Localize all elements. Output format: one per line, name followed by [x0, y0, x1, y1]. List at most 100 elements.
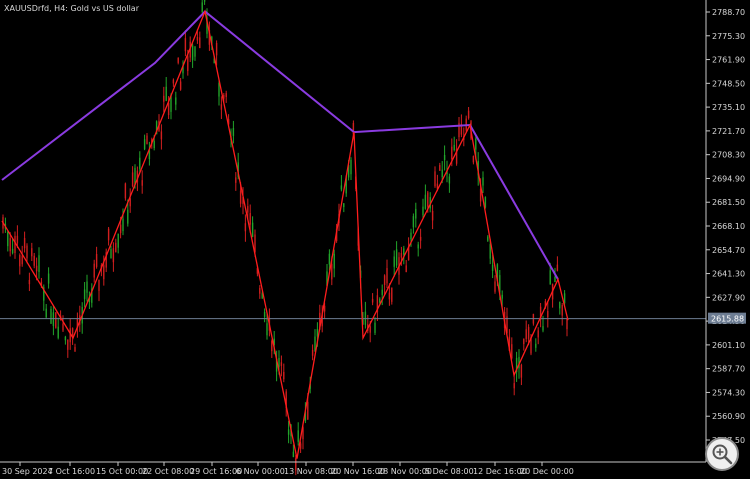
candle-body	[179, 81, 182, 90]
time-scale[interactable]: 30 Sep 20247 Oct 16:00 15 Oct 00:0022 Oct…	[2, 462, 574, 476]
candle-body	[146, 135, 148, 144]
candle-body	[556, 264, 559, 271]
candle-body	[412, 216, 415, 228]
candle-body	[443, 155, 446, 161]
candle-body	[475, 138, 477, 150]
candle-body	[419, 236, 422, 241]
candle-body	[47, 273, 50, 284]
candle-body	[453, 144, 455, 151]
candle-body	[487, 236, 489, 241]
candle-body	[311, 349, 314, 356]
candle-body	[26, 245, 28, 259]
candle-body	[386, 268, 388, 284]
candle-body	[55, 312, 57, 328]
candle-body	[141, 180, 143, 186]
candle-body	[86, 281, 88, 293]
candle-body	[235, 177, 237, 183]
candle-body	[115, 242, 117, 253]
candle-body	[350, 159, 352, 175]
chart-window[interactable]: 2788.70 2775.30 2761.90 2748.50 2735.10 2721.…	[0, 0, 750, 479]
candle-body	[439, 165, 441, 171]
candle-body	[559, 301, 561, 309]
price-tick-label: 2627.90	[712, 293, 745, 302]
candle-body	[371, 298, 374, 303]
candle-body	[427, 192, 429, 207]
candle-body	[434, 171, 436, 187]
price-tick-label: 2694.90	[712, 174, 745, 183]
candle-body	[542, 326, 544, 331]
time-tick-label: 20 Dec 00:00	[520, 467, 574, 476]
candle-body	[74, 347, 76, 352]
candle-body	[201, 2, 203, 13]
time-tick-label: 28 Nov 00:00	[378, 467, 432, 476]
price-tick-label: 2788.70	[712, 8, 745, 17]
candle-body	[110, 249, 112, 259]
price-tick-label: 2601.10	[712, 341, 745, 350]
candle-body	[14, 235, 16, 254]
price-scale[interactable]: 2788.70 2775.30 2761.90 2748.50 2735.10 2721.…	[706, 8, 745, 445]
candle-body	[167, 102, 170, 116]
candle-body	[379, 298, 381, 303]
candle-body	[249, 213, 251, 225]
candle-body	[343, 203, 345, 208]
candle-body	[38, 255, 40, 272]
candle-body	[266, 323, 268, 336]
candle-body	[33, 255, 35, 266]
candle-body	[395, 249, 398, 266]
time-tick-label: 7 Oct 16:00	[48, 467, 95, 476]
price-chart[interactable]: 2788.70 2775.30 2761.90 2748.50 2735.10 2721.…	[0, 0, 750, 479]
candle-body	[431, 210, 434, 221]
price-tick-label: 2587.70	[712, 365, 745, 374]
candle-body	[417, 244, 419, 249]
candle-body	[451, 146, 453, 160]
candle-body	[11, 248, 14, 254]
price-tick-label: 2641.30	[712, 270, 745, 279]
candle-body	[196, 36, 199, 41]
current-price-tag: 2615.88	[708, 312, 746, 324]
candle-body	[340, 185, 343, 190]
time-tick-label: 5 Dec 08:00	[425, 467, 474, 476]
candle-body	[280, 362, 283, 366]
candle-body	[403, 248, 405, 255]
time-tick-label: 20 Nov 16:00	[331, 467, 385, 476]
candle-body	[369, 326, 371, 333]
current-price-label: 2615.88	[711, 315, 744, 324]
candle-layer	[2, 0, 568, 476]
candle-body	[160, 131, 163, 140]
candle-body	[287, 429, 290, 435]
upper-envelope-line	[1, 10, 559, 280]
candle-body	[511, 344, 513, 359]
candle-body	[484, 197, 487, 208]
candle-body	[98, 279, 100, 291]
candle-body	[331, 263, 333, 280]
price-tick-label: 2721.70	[712, 127, 745, 136]
price-tick-label: 2708.30	[712, 151, 745, 160]
candle-body	[131, 172, 134, 187]
candle-body	[383, 275, 386, 286]
candle-body	[513, 383, 515, 389]
candle-body	[400, 253, 403, 258]
candle-body	[163, 95, 165, 102]
candle-body	[95, 253, 98, 267]
candle-body	[244, 223, 247, 232]
candle-body	[28, 279, 31, 285]
candle-body	[263, 311, 266, 317]
candle-body	[448, 176, 451, 184]
price-tick-label: 2735.10	[712, 103, 745, 112]
candle-body	[374, 322, 376, 333]
candle-body	[328, 253, 331, 265]
price-tick-label: 2775.30	[712, 32, 745, 41]
candle-body	[172, 79, 175, 84]
time-tick-label: 15 Oct 00:00	[96, 467, 148, 476]
candle-body	[184, 38, 187, 52]
zoom-button[interactable]	[705, 437, 739, 471]
candle-body	[494, 281, 496, 292]
candle-body	[21, 255, 23, 265]
candle-body	[307, 401, 309, 420]
candle-body	[225, 93, 227, 97]
candle-body	[388, 292, 391, 300]
candle-body	[67, 339, 69, 350]
price-tick-label: 2681.50	[712, 198, 745, 207]
candle-body	[35, 265, 38, 272]
candle-body	[107, 228, 110, 241]
